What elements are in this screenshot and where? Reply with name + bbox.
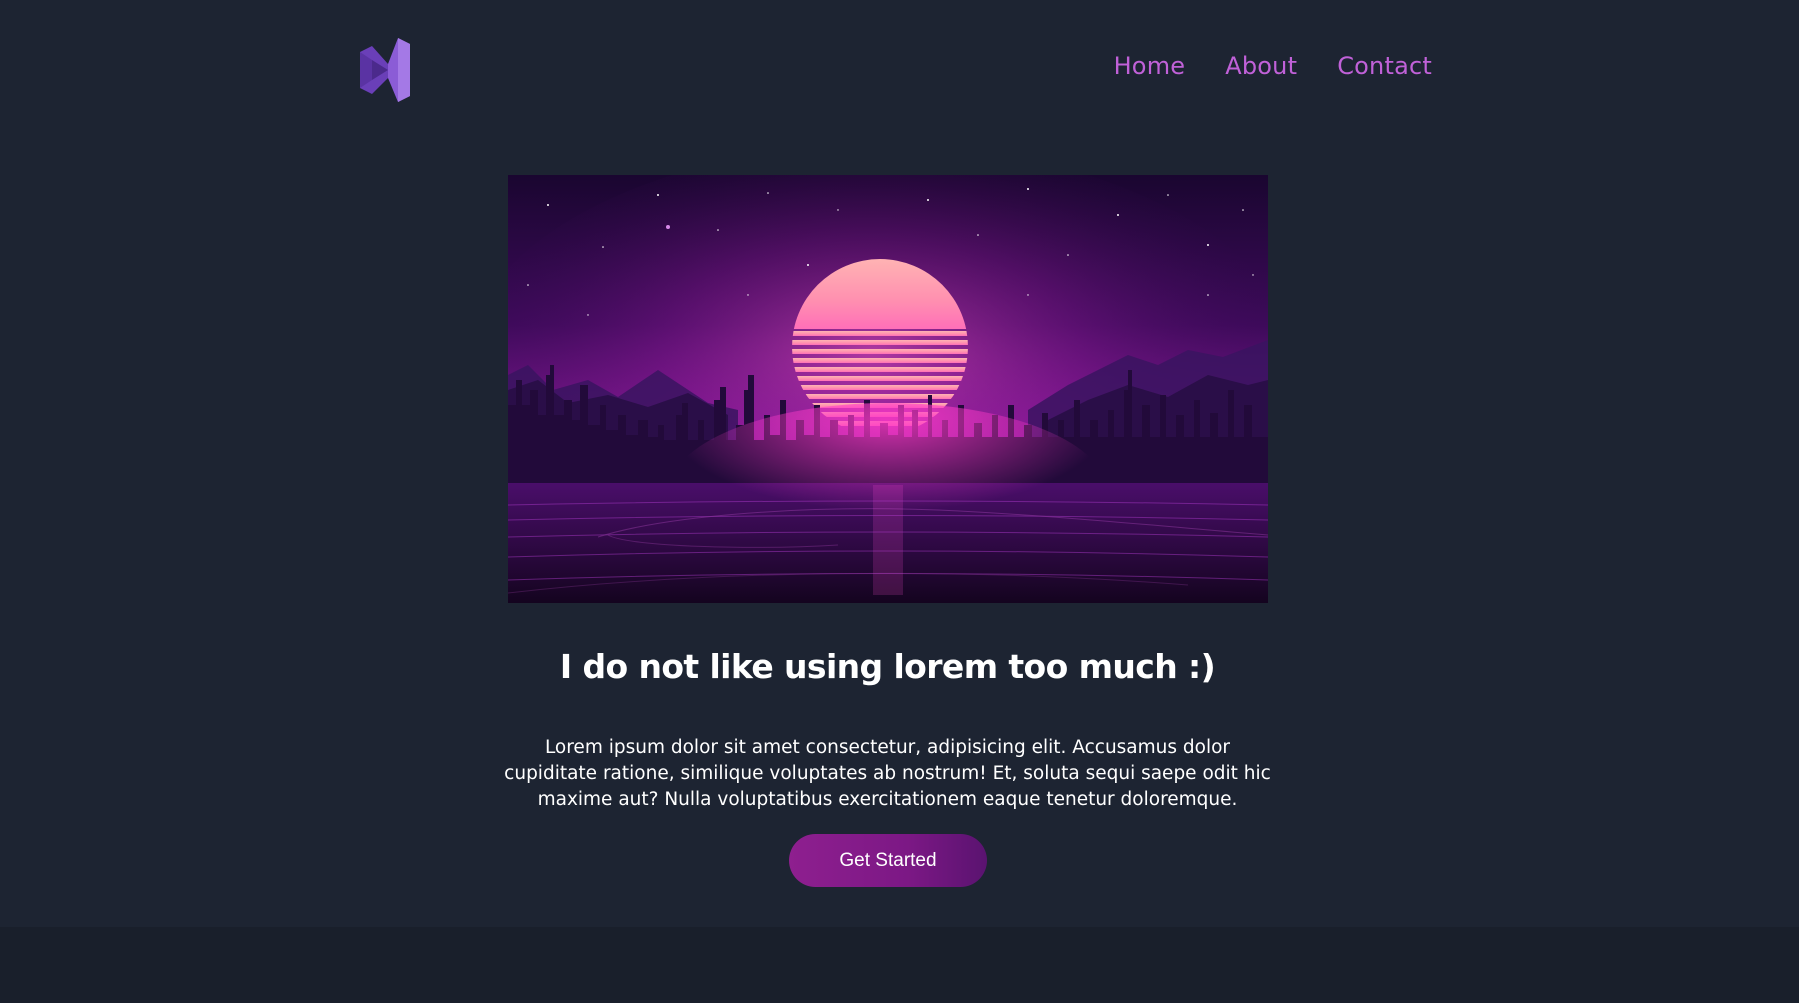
site-footer	[0, 927, 1799, 1003]
nav-about-link[interactable]: About	[1225, 52, 1297, 80]
site-header: Home About Contact	[0, 0, 1799, 140]
main-nav: Home About Contact	[1114, 52, 1432, 80]
intro-paragraph: Lorem ipsum dolor sit amet consectetur, …	[504, 737, 1271, 810]
page-headline: I do not like using lorem too much :)	[559, 647, 1216, 686]
visual-studio-logo-icon[interactable]	[358, 36, 414, 104]
synthwave-city-sunset-image	[508, 175, 1268, 603]
nav-home-link[interactable]: Home	[1114, 52, 1186, 80]
get-started-button[interactable]: Get Started	[789, 834, 987, 887]
nav-contact-link[interactable]: Contact	[1337, 52, 1432, 80]
